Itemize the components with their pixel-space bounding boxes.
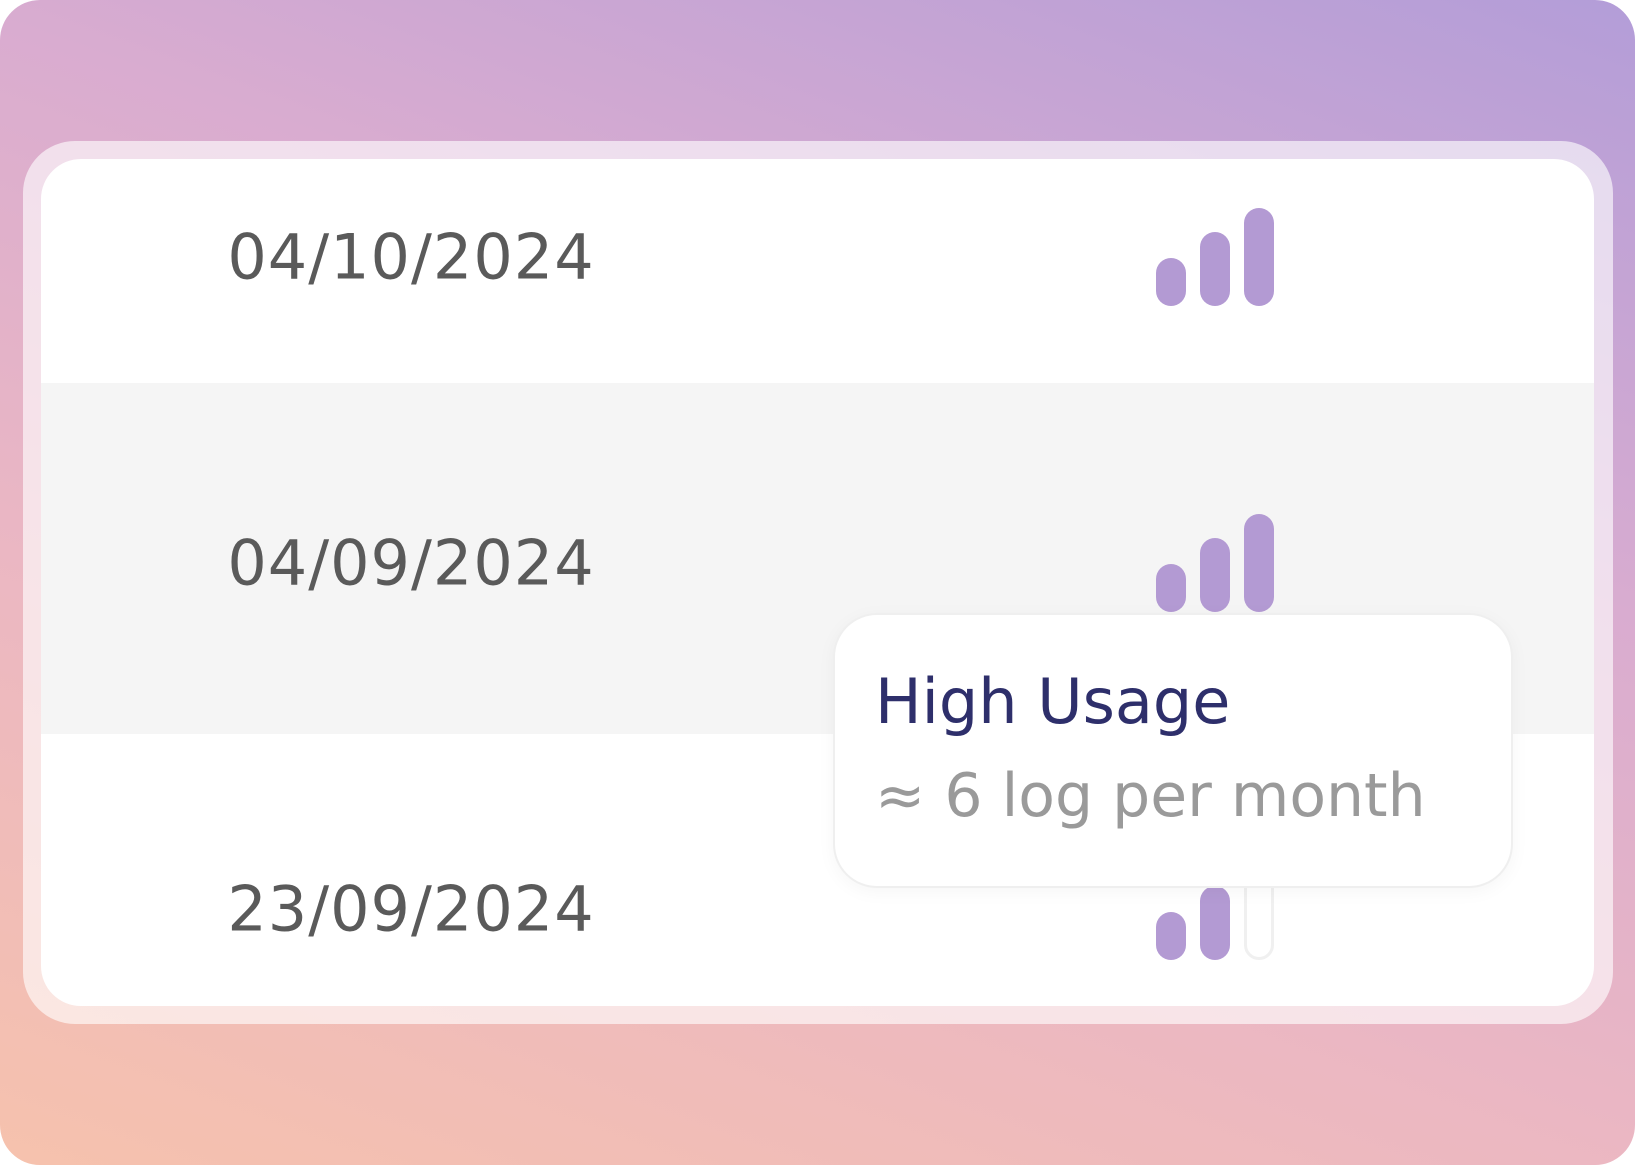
signal-bar-1 bbox=[1156, 258, 1186, 306]
signal-bar-3 bbox=[1244, 208, 1274, 306]
signal-bar-2 bbox=[1200, 886, 1230, 960]
signal-bar-1 bbox=[1156, 912, 1186, 960]
signal-strength-icon[interactable] bbox=[1156, 204, 1276, 306]
usage-tooltip: High Usage ≈ 6 log per month bbox=[833, 613, 1513, 888]
signal-bar-2 bbox=[1200, 538, 1230, 612]
table-row[interactable]: 04/10/2024 bbox=[41, 159, 1594, 383]
signal-bar-3 bbox=[1244, 514, 1274, 612]
row-date: 04/09/2024 bbox=[227, 526, 595, 600]
row-date: 04/10/2024 bbox=[227, 220, 595, 294]
tooltip-title: High Usage bbox=[875, 665, 1231, 738]
signal-bar-2 bbox=[1200, 232, 1230, 306]
tooltip-subtitle: ≈ 6 log per month bbox=[875, 761, 1426, 831]
row-date: 23/09/2024 bbox=[227, 872, 595, 946]
background: 04/10/2024 04/09/2024 23/09/2024 High Us… bbox=[0, 0, 1635, 1165]
signal-strength-icon[interactable] bbox=[1156, 510, 1276, 612]
signal-bar-1 bbox=[1156, 564, 1186, 612]
